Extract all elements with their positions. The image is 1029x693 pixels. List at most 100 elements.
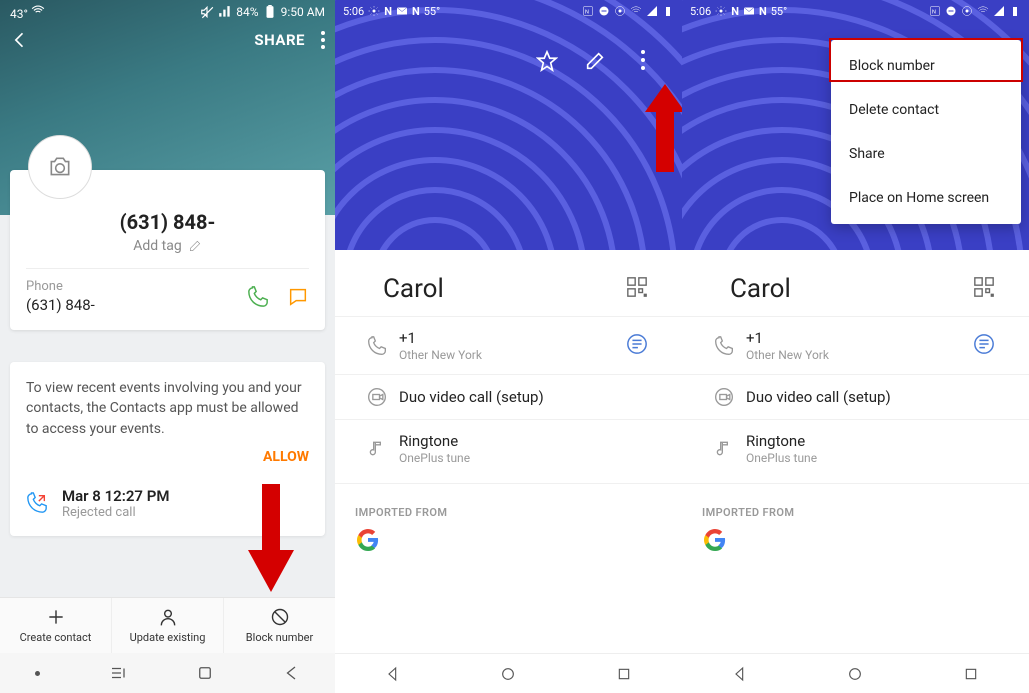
- wifi-icon: [630, 5, 642, 17]
- back-icon[interactable]: [10, 30, 30, 50]
- system-nav-bar: [335, 653, 682, 693]
- video-icon: [367, 387, 387, 407]
- duo-row[interactable]: Duo video call (setup): [682, 374, 1029, 419]
- rejected-call-icon: [26, 492, 48, 514]
- menu-item-place-home[interactable]: Place on Home screen: [831, 176, 1021, 220]
- block-icon: [270, 607, 290, 627]
- signal-icon: [993, 5, 1005, 17]
- wifi-icon: [31, 4, 45, 18]
- battery-icon: [1009, 5, 1021, 17]
- call-icon[interactable]: [247, 286, 269, 308]
- nav-recents-icon[interactable]: [963, 666, 979, 682]
- update-existing-button[interactable]: Update existing: [112, 598, 224, 653]
- contact-name: Carol: [730, 274, 791, 304]
- add-tag-button[interactable]: Add tag: [26, 238, 309, 254]
- header-actions: SHARE: [0, 24, 335, 56]
- nav-home-icon[interactable]: [500, 666, 516, 682]
- message-button[interactable]: [973, 333, 995, 359]
- contact-name-row: Carol: [682, 250, 1029, 316]
- google-source[interactable]: [682, 529, 1029, 555]
- music-note-icon: [714, 439, 734, 459]
- menu-item-block-number[interactable]: Block number: [831, 44, 1021, 88]
- qr-code-button[interactable]: [973, 276, 995, 302]
- qr-code-button[interactable]: [626, 276, 648, 302]
- phone-row[interactable]: +1 Other New York: [682, 316, 1029, 374]
- google-source[interactable]: [335, 529, 682, 555]
- phone-row[interactable]: +1 Other New York: [335, 316, 682, 374]
- contact-card: (631) 848- Add tag Phone (631) 848-: [10, 170, 325, 330]
- phone-icon: [367, 336, 387, 356]
- ringtone-value: OnePlus tune: [746, 451, 995, 465]
- nav-home-icon[interactable]: [196, 664, 214, 682]
- phone-sub: Other New York: [399, 348, 626, 362]
- phone-value: +1: [746, 329, 973, 347]
- edit-icon[interactable]: [584, 50, 606, 72]
- dnd-icon: [945, 5, 957, 17]
- status-bar: 5:06 N N 55° N: [335, 0, 682, 22]
- bottom-action-bar: Create contact Update existing Block num…: [0, 597, 335, 653]
- nav-recents-icon[interactable]: [109, 664, 127, 682]
- nfc-icon: N: [929, 5, 941, 17]
- phone-value: +1: [399, 329, 626, 347]
- message-circle-icon: [626, 333, 648, 355]
- wifi-icon: [977, 5, 989, 17]
- imported-from-label: IMPORTED FROM: [335, 483, 682, 529]
- menu-item-share[interactable]: Share: [831, 132, 1021, 176]
- create-contact-button[interactable]: Create contact: [0, 598, 112, 653]
- duo-label: Duo video call (setup): [399, 388, 648, 406]
- more-menu-icon[interactable]: [632, 50, 654, 72]
- nav-back-icon[interactable]: [283, 664, 301, 682]
- qr-icon: [973, 276, 995, 298]
- ringtone-row[interactable]: Ringtone OnePlus tune: [682, 419, 1029, 477]
- duo-row[interactable]: Duo video call (setup): [335, 374, 682, 419]
- overflow-menu: Block number Delete contact Share Place …: [831, 40, 1021, 224]
- phone-value: (631) 848-: [26, 296, 247, 314]
- block-number-button[interactable]: Block number: [224, 598, 335, 653]
- battery-pct: 84%: [236, 5, 258, 19]
- ringtone-row[interactable]: Ringtone OnePlus tune: [335, 419, 682, 477]
- ringtone-label: Ringtone: [399, 432, 648, 450]
- google-icon: [704, 529, 726, 551]
- annotation-arrow-icon: [641, 84, 682, 174]
- ringtone-value: OnePlus tune: [399, 451, 648, 465]
- star-icon[interactable]: [536, 50, 558, 72]
- edit-icon: [188, 239, 202, 253]
- cast-icon: [614, 5, 626, 17]
- nav-recents-icon[interactable]: [616, 666, 632, 682]
- gear-icon: [715, 5, 727, 17]
- message-icon[interactable]: [287, 286, 309, 308]
- battery-icon: [263, 5, 277, 19]
- mail-icon: [743, 5, 755, 17]
- status-temp: 43°: [10, 4, 45, 21]
- menu-item-delete-contact[interactable]: Delete contact: [831, 88, 1021, 132]
- plus-icon: [46, 607, 66, 627]
- share-button[interactable]: SHARE: [254, 31, 305, 49]
- qr-icon: [626, 276, 648, 298]
- dnd-icon: [598, 5, 610, 17]
- cast-icon: [961, 5, 973, 17]
- music-note-icon: [367, 439, 387, 459]
- duo-label: Duo video call (setup): [746, 388, 995, 406]
- mute-icon: [200, 5, 214, 19]
- battery-icon: [662, 5, 674, 17]
- person-icon: [158, 607, 178, 627]
- nav-back-icon[interactable]: [385, 666, 401, 682]
- avatar-placeholder[interactable]: [28, 135, 92, 199]
- svg-text:N: N: [585, 10, 589, 16]
- nfc-icon: N: [582, 5, 594, 17]
- system-nav-bar: [0, 653, 335, 693]
- message-button[interactable]: [626, 333, 648, 359]
- allow-button[interactable]: ALLOW: [26, 449, 309, 465]
- nav-home-icon[interactable]: [847, 666, 863, 682]
- camera-icon: [47, 154, 73, 180]
- nav-back-icon[interactable]: [732, 666, 748, 682]
- contact-header: 5:06 N N 55° N: [335, 0, 682, 250]
- phone-row[interactable]: Phone (631) 848-: [26, 279, 309, 314]
- more-menu-icon[interactable]: [321, 31, 325, 49]
- header-actions: [335, 22, 682, 72]
- status-time: 9:50 AM: [281, 5, 325, 19]
- svg-text:N: N: [932, 10, 936, 16]
- signal-icon: [646, 5, 658, 17]
- phone-icon: [714, 336, 734, 356]
- oneplus-contact-menu-screen: 5:06 N N 55° N Carol +1: [682, 0, 1029, 693]
